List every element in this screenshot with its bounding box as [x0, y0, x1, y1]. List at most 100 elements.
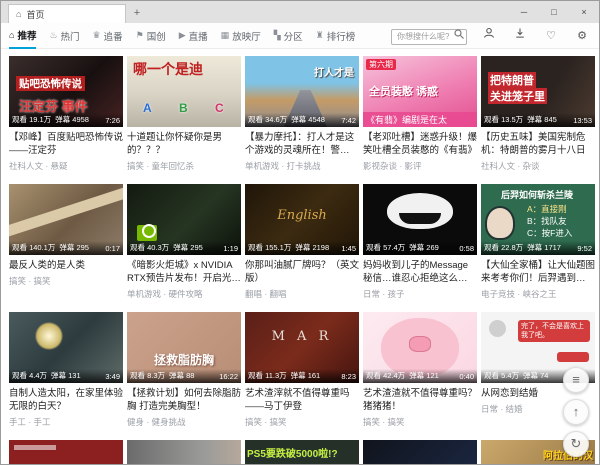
video-card[interactable]: 观看 57.4万 弹幕 269 0:58 妈妈收到儿子的Message秘信…谁忍… — [363, 184, 477, 300]
thumbnail-overlay-text: 完了，不会是喜欢上我了吧。 — [518, 320, 590, 342]
view-count: 观看 13.5万 — [484, 114, 523, 125]
video-card[interactable] — [127, 440, 241, 464]
nav-item-ranking[interactable]: ♜ 排行榜 — [316, 23, 356, 49]
danmaku-count: 弹幕 845 — [527, 114, 557, 125]
video-card[interactable]: 观看 42.4万 弹幕 121 0:40 艺术渣渣就不值得尊重吗？猪猪猪！ 搞笑… — [363, 312, 477, 428]
video-category: 搞笑 · 搞笑 — [245, 416, 359, 428]
danmaku-count: 弹幕 295 — [173, 242, 203, 253]
new-tab-button[interactable]: + — [126, 4, 148, 23]
danmaku-count: 弹幕 121 — [409, 370, 439, 381]
video-duration: 16:22 — [219, 372, 238, 381]
video-title: 艺术渣渣就不值得尊重吗？猪猪猪！ — [363, 387, 477, 413]
video-duration: 1:19 — [223, 244, 238, 253]
video-card[interactable]: 观看 4.4万 弹幕 131 3:49 自制人造太阳，在家里体验无限的白天？ 手… — [9, 312, 123, 428]
nav-label: 排行榜 — [327, 29, 356, 43]
video-card[interactable]: 第六期全员装憨 诱惑《有翡》编剧是在太 【老邓吐槽】迷惑升级！爆笑吐槽全员装憨的… — [363, 56, 477, 172]
video-card[interactable]: 观看 34.6万 弹幕 4548 7:42 打人才是 【暴力摩托】：打人才是这个… — [245, 56, 359, 172]
video-stats: 观看 40.3万 弹幕 295 1:19 — [127, 241, 241, 255]
episode-badge: 第六期 — [366, 59, 396, 70]
danmaku-count: 弹幕 1717 — [527, 242, 561, 253]
video-thumbnail: 观看 22.8万 弹幕 1717 9:52 后羿如何斩杀兰陵A：直接刚B：找队友… — [481, 184, 595, 255]
nav-item-sections[interactable]: ▚ 分区 — [274, 23, 303, 49]
minimize-button[interactable]: ─ — [509, 1, 539, 23]
maximize-button[interactable]: □ — [539, 1, 569, 23]
view-count: 观看 155.1万 — [248, 242, 291, 253]
view-count: 观看 40.3万 — [130, 242, 169, 253]
video-category: 单机游戏 · 打卡挑战 — [245, 160, 359, 172]
danmaku-count: 弹幕 4958 — [55, 114, 89, 125]
video-stats: 观看 8.3万 弹幕 88 16:22 — [127, 369, 241, 383]
favorites-button[interactable]: ♡ — [542, 28, 560, 44]
refresh-fab-button[interactable]: ↻ — [563, 431, 589, 457]
tab-home[interactable]: ⌂ 首页 — [8, 4, 126, 23]
nav-item-guochuang[interactable]: ⚑ 国创 — [136, 23, 166, 49]
video-duration: 3:49 — [105, 372, 120, 381]
video-card[interactable]: 观看 19.1万 弹幕 4958 7:26 贴吧恐怖传说汪定芬 事件 【邓峰】百… — [9, 56, 123, 172]
video-card[interactable]: 观看 155.1万 弹幕 2198 1:45 English 你那叫油腻厂牌吗？… — [245, 184, 359, 300]
video-card[interactable]: 观看 40.3万 弹幕 295 1:19 《暗影火炬城》x NVIDIA RTX… — [127, 184, 241, 300]
close-button[interactable]: × — [569, 1, 599, 23]
nav-item-live[interactable]: ▶ 直播 — [179, 23, 208, 49]
nav-label: 放映厅 — [232, 29, 261, 43]
video-meta: 【暴力摩托】：打人才是这个游戏的灵魂所在！警察都制不住！ 单机游戏 · 打卡挑战 — [245, 131, 359, 172]
video-title: 【邓峰】百度贴吧恐怖传说——汪定芬 — [9, 131, 123, 157]
danmaku-count: 弹幕 2198 — [295, 242, 329, 253]
back-to-top-fab-button[interactable]: ↑ — [563, 399, 589, 425]
video-stats: 观看 57.4万 弹幕 269 0:58 — [363, 241, 477, 255]
thumbnail-overlay-text: English — [245, 208, 359, 223]
video-card[interactable] — [9, 440, 123, 464]
video-title: 艺术渣滓就不值得尊重吗——马丁伊登 — [245, 387, 359, 413]
video-stats: 观看 13.5万 弹幕 845 13:53 — [481, 113, 595, 127]
video-card[interactable]: 观看 13.5万 弹幕 845 13:53 把特朗普关进笼子里 【历史五味】美国… — [481, 56, 595, 172]
nav-label: 热门 — [61, 29, 80, 43]
video-title: 最反人类的是人类 — [9, 259, 123, 272]
nav-label: 追番 — [104, 29, 123, 43]
film-icon: ▦ — [221, 30, 230, 41]
video-card[interactable]: 观看 140.1万 弹幕 295 0:17 最反人类的是人类 搞笑 · 搞笑 — [9, 184, 123, 300]
video-title: 【老邓吐槽】迷惑升级！爆笑吐槽全员装憨的《有翡》 — [363, 131, 477, 157]
nav-label: 国创 — [147, 29, 166, 43]
video-meta: 十道题让你怀疑你是男的？？？ 搞笑 · 童年回忆杀 — [127, 131, 241, 172]
video-thumbnail: 观看 4.4万 弹幕 131 3:49 — [9, 312, 123, 383]
menu-fab-button[interactable]: ≡ — [563, 367, 589, 393]
video-card[interactable]: 观看 8.3万 弹幕 88 16:22 拯救脂肪胸 【拯救计划】如何去除脂肪胸 … — [127, 312, 241, 428]
video-stats: 观看 4.4万 弹幕 131 3:49 — [9, 369, 123, 383]
thumbnail-overlay-text: A：直接刚 — [527, 203, 567, 215]
nav-item-anime[interactable]: ♛ 追番 — [93, 23, 123, 49]
video-thumbnail: 观看 13.5万 弹幕 845 13:53 把特朗普关进笼子里 — [481, 56, 595, 127]
video-duration: 13:53 — [573, 116, 592, 125]
settings-button[interactable]: ⚙ — [573, 28, 591, 44]
download-button[interactable] — [511, 27, 529, 44]
video-category: 手工 · 手工 — [9, 416, 123, 428]
nav-item-recommend[interactable]: ⌂ 推荐 — [9, 23, 36, 49]
view-count: 观看 8.3万 — [130, 370, 165, 381]
danmaku-count: 弹幕 161 — [291, 370, 321, 381]
video-meta: 【老邓吐槽】迷惑升级！爆笑吐槽全员装憨的《有翡》 影视杂谈 · 影评 — [363, 131, 477, 172]
thumbnail-overlay-text: B：找队友 — [527, 215, 567, 227]
video-card[interactable]: 观看 11.3万 弹幕 161 8:23 M A R 艺术渣滓就不值得尊重吗——… — [245, 312, 359, 428]
video-category: 影视杂谈 · 影评 — [363, 160, 477, 172]
video-card[interactable]: 观看 22.8万 弹幕 1717 9:52 后羿如何斩杀兰陵A：直接刚B：找队友… — [481, 184, 595, 300]
thumbnail-overlay-text: 全员装憨 诱惑 — [369, 83, 438, 99]
view-count: 观看 11.3万 — [248, 370, 287, 381]
home-icon: ⌂ — [16, 9, 21, 19]
video-stats: 观看 11.3万 弹幕 161 8:23 — [245, 369, 359, 383]
thumbnail-overlay-text: A — [143, 101, 152, 115]
view-count: 观看 57.4万 — [366, 242, 405, 253]
video-duration: 7:26 — [105, 116, 120, 125]
nav-item-hot[interactable]: ♨ 热门 — [49, 23, 79, 49]
thumbnail-overlay-text: B — [179, 101, 188, 115]
video-category: 日常 · 孩子 — [363, 288, 477, 300]
video-card[interactable]: PS5要跌破5000啦!? — [245, 440, 359, 464]
flame-icon: ♨ — [49, 30, 57, 41]
app-window: ⌂ 首页 + ─ □ × ⌂ 推荐 ♨ 热门 ♛ 追番 ⚑ 国创 ▶ 直播 — [0, 0, 600, 465]
thumbnail-overlay-text: C：按F进入 — [527, 227, 572, 239]
content-area: 观看 19.1万 弹幕 4958 7:26 贴吧恐怖传说汪定芬 事件 【邓峰】百… — [1, 49, 599, 464]
video-duration: 0:17 — [105, 244, 120, 253]
video-card[interactable] — [363, 440, 477, 464]
video-thumbnail: 观看 11.3万 弹幕 161 8:23 M A R — [245, 312, 359, 383]
video-card[interactable]: 哪一个是迪ABC 十道题让你怀疑你是男的？？？ 搞笑 · 童年回忆杀 — [127, 56, 241, 172]
video-duration: 7:42 — [341, 116, 356, 125]
user-button[interactable] — [480, 27, 498, 44]
nav-item-cinema[interactable]: ▦ 放映厅 — [221, 23, 261, 49]
